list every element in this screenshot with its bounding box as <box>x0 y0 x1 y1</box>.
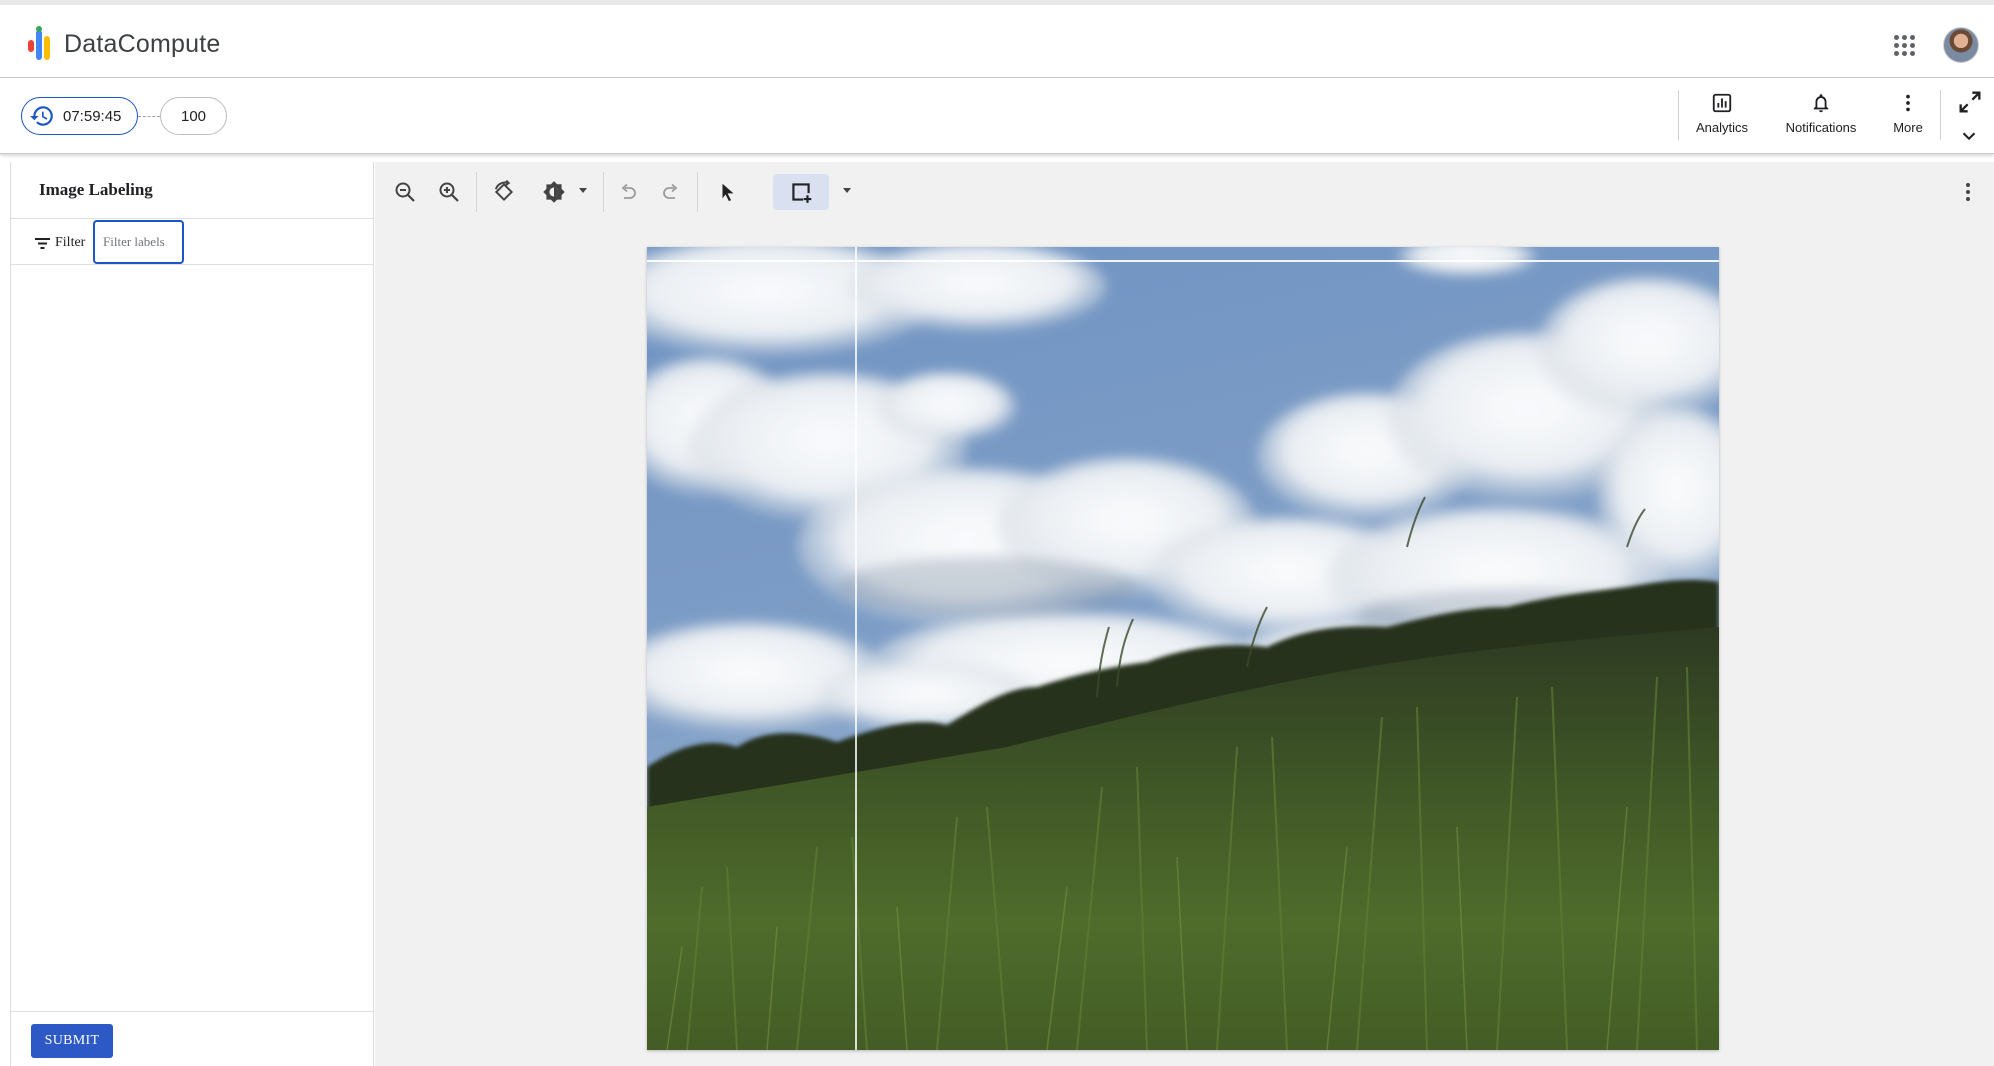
avatar[interactable] <box>1943 27 1979 63</box>
app-bar: DataCompute <box>0 0 1994 78</box>
datacompute-logo-icon <box>26 26 58 62</box>
zoom-out-button[interactable] <box>387 174 423 210</box>
apps-grid-icon[interactable] <box>1890 31 1918 59</box>
image-toolbar <box>375 162 1994 222</box>
submit-button[interactable]: SUBMIT <box>31 1024 113 1058</box>
select-pointer-icon <box>722 183 734 202</box>
task-bar: 07:59:45 100 Analytics Notifications Mor… <box>0 78 1994 154</box>
labeling-canvas <box>375 162 1994 1066</box>
more-button[interactable]: More <box>1868 92 1948 135</box>
analytics-label: Analytics <box>1695 120 1749 135</box>
filter-button[interactable]: Filter <box>35 232 85 254</box>
app-name: DataCompute <box>64 29 221 58</box>
filter-labels-input[interactable] <box>93 220 184 264</box>
toolbar-separator <box>476 172 477 212</box>
toolbar-separator <box>603 172 604 212</box>
panel-title: Image Labeling <box>39 180 153 199</box>
select-tool-button[interactable] <box>710 174 746 210</box>
bell-icon <box>1813 94 1829 113</box>
bounding-box-tool-button[interactable] <box>773 174 829 210</box>
connector-line <box>138 116 160 117</box>
crosshair-horizontal-guide <box>647 260 1719 262</box>
timer-value: 07:59:45 <box>63 107 122 125</box>
zoom-in-button[interactable] <box>431 174 467 210</box>
brightness-dropdown-caret[interactable] <box>579 188 587 193</box>
crosshair-vertical-guide <box>855 247 857 1050</box>
divider <box>11 218 373 219</box>
divider <box>1678 90 1679 140</box>
shape-dropdown-caret[interactable] <box>843 188 851 193</box>
divider <box>11 264 373 265</box>
redo-icon <box>663 183 678 199</box>
zoom-out-icon <box>395 182 415 202</box>
chevron-down-icon[interactable] <box>1958 125 1980 147</box>
landscape-photo <box>647 247 1719 1050</box>
label-panel: Image Labeling Filter SUBMIT <box>10 162 374 1066</box>
expand-icon[interactable] <box>1956 88 1984 116</box>
zoom-in-icon <box>439 182 459 202</box>
redo-button[interactable] <box>653 174 689 210</box>
notifications-button[interactable]: Notifications <box>1781 92 1861 135</box>
undo-button[interactable] <box>610 174 646 210</box>
rotate-icon <box>494 179 514 202</box>
timer-badge[interactable]: 07:59:45 <box>21 97 138 135</box>
filter-icon <box>35 237 50 249</box>
filter-label: Filter <box>55 235 86 250</box>
toolbar-separator <box>697 172 698 212</box>
analytics-icon <box>1712 93 1732 113</box>
more-vert-icon[interactable] <box>1958 180 1978 204</box>
task-count-badge[interactable]: 100 <box>160 97 227 135</box>
rotate-button[interactable] <box>486 174 522 210</box>
more-vert-icon <box>1906 94 1910 112</box>
labeling-image[interactable] <box>647 247 1719 1050</box>
brightness-icon <box>543 181 565 203</box>
undo-icon <box>621 183 636 199</box>
history-clock-icon <box>30 106 53 126</box>
brightness-button[interactable] <box>536 174 572 210</box>
divider <box>1940 90 1941 140</box>
brand[interactable]: DataCompute <box>26 26 220 62</box>
bounding-box-icon <box>792 183 812 203</box>
more-label: More <box>1893 120 1923 135</box>
analytics-button[interactable]: Analytics <box>1682 92 1762 135</box>
divider <box>11 1011 373 1012</box>
notifications-label: Notifications <box>1785 120 1857 135</box>
